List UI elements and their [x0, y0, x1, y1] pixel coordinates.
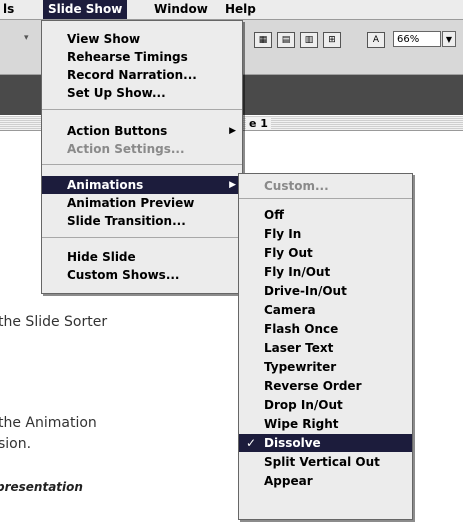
menu-item-typewriter[interactable]: Typewriter: [239, 358, 412, 376]
menu-item-flash-once[interactable]: Flash Once: [239, 320, 412, 338]
menu-item-dissolve[interactable]: ✓ Dissolve: [239, 434, 412, 452]
menu-item-off[interactable]: Off: [239, 206, 412, 224]
menu-item-wipe-right[interactable]: Wipe Right: [239, 415, 412, 433]
menu-item-view-show[interactable]: View Show: [42, 30, 242, 48]
chevron-down-icon[interactable]: ▾: [24, 33, 29, 43]
menu-item-slide-transition[interactable]: Slide Transition...: [42, 212, 242, 230]
menu-item-drop-in-out[interactable]: Drop In/Out: [239, 396, 412, 414]
menu-item-action-settings: Action Settings...: [67, 142, 185, 156]
menu-item-fly-in[interactable]: Fly In: [239, 225, 412, 243]
menu-item-set-up-show[interactable]: Set Up Show...: [42, 84, 242, 102]
menu-item-custom: Custom...: [264, 179, 329, 193]
animations-submenu: Custom... Off Fly In Fly Out Fly In/Out …: [238, 173, 413, 520]
menubar-item-window[interactable]: Window: [149, 0, 213, 19]
menu-item-reverse-order[interactable]: Reverse Order: [239, 377, 412, 395]
menu-item-label: Action Buttons: [67, 124, 168, 138]
text-box-icon[interactable]: A: [367, 32, 385, 48]
menu-item-split-vertical-out[interactable]: Split Vertical Out: [239, 453, 412, 471]
menu-item-animation-preview[interactable]: Animation Preview: [42, 194, 242, 212]
menu-separator: [239, 198, 412, 199]
table-icon[interactable]: ▦: [254, 32, 272, 48]
menubar-item-help[interactable]: Help: [220, 0, 261, 19]
menu-separator: [42, 164, 242, 165]
doc-text-line: the Animation: [0, 415, 97, 431]
menu-item-rehearse-timings[interactable]: Rehearse Timings: [42, 48, 242, 66]
menu-item-laser-text[interactable]: Laser Text: [239, 339, 412, 357]
menu-item-fly-in-out[interactable]: Fly In/Out: [239, 263, 412, 281]
zoom-dropdown-icon[interactable]: ▼: [442, 31, 456, 47]
menu-item-animations[interactable]: Animations ▶: [42, 176, 242, 194]
checkmark-icon: ✓: [246, 436, 257, 450]
menu-item-drive-in-out[interactable]: Drive-In/Out: [239, 282, 412, 300]
menu-bar: ls Slide Show Window Help: [0, 0, 463, 20]
menu-item-fly-out[interactable]: Fly Out: [239, 244, 412, 262]
doc-text-line: presentation: [0, 480, 83, 494]
menubar-item-slide-show[interactable]: Slide Show: [43, 0, 128, 19]
zoom-select[interactable]: 66%: [393, 31, 441, 47]
window-title: e 1: [246, 117, 271, 130]
menu-separator: [42, 237, 242, 238]
submenu-arrow-icon: ▶: [229, 126, 236, 136]
doc-text-line: the Slide Sorter: [0, 314, 108, 330]
menubar-item-tools[interactable]: ls: [0, 0, 19, 19]
chart-icon[interactable]: ▤: [277, 32, 295, 48]
doc-text-line: sion.: [0, 436, 32, 452]
slide-show-menu: View Show Rehearse Timings Record Narrat…: [41, 20, 243, 294]
submenu-arrow-icon: ▶: [229, 180, 236, 190]
menu-item-camera[interactable]: Camera: [239, 301, 412, 319]
menu-item-label: Dissolve: [264, 436, 321, 450]
menu-item-label: Animations: [67, 178, 144, 192]
grid-icon[interactable]: ⊞: [323, 32, 341, 48]
menu-item-record-narration[interactable]: Record Narration...: [42, 66, 242, 84]
menu-item-appear[interactable]: Appear: [239, 472, 412, 490]
menu-item-custom-shows[interactable]: Custom Shows...: [42, 266, 242, 284]
menu-item-action-buttons[interactable]: Action Buttons ▶: [42, 122, 242, 140]
menu-separator: [42, 109, 242, 110]
menu-item-hide-slide[interactable]: Hide Slide: [42, 248, 242, 266]
columns-icon[interactable]: ▥: [300, 32, 318, 48]
